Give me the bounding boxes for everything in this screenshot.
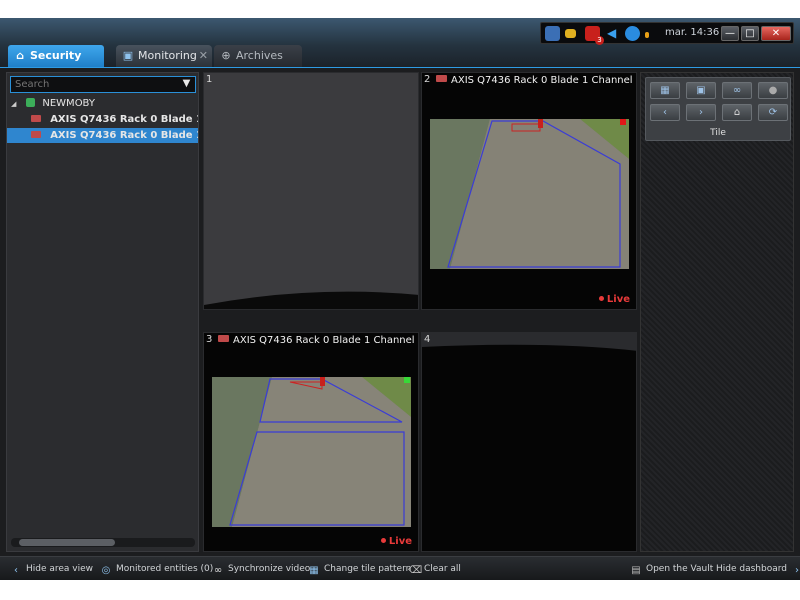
dashboard-panel: ▦ ▣ ∞ ● ‹ › ⌂ ⟳ Tile (640, 72, 794, 552)
chevron-left-icon: ‹ (14, 565, 18, 576)
home-button[interactable]: ⌂ (722, 104, 752, 121)
scrollbar-thumb[interactable] (19, 539, 115, 546)
video-feed[interactable] (430, 119, 629, 269)
hide-area-view-button[interactable]: ‹ Hide area view (10, 562, 93, 576)
volume-icon[interactable]: ◀ (607, 26, 622, 41)
tree-item-label: NEWMOBY (42, 98, 95, 109)
next-button[interactable]: › (686, 104, 716, 121)
notification-icon[interactable]: 3 (585, 26, 604, 45)
clear-icon: ⌫ (408, 565, 423, 576)
live-dot-icon (380, 538, 386, 543)
archive-icon: ⊕ (221, 49, 231, 62)
tile-background-arc (422, 333, 636, 351)
camera-icon (218, 335, 229, 342)
tab-archives[interactable]: ⊕ Archives (214, 45, 302, 67)
grid-icon: ▦ (309, 565, 319, 576)
clear-all-button[interactable]: ⌫ Clear all (408, 562, 461, 576)
tab-security-desk[interactable]: ⌂ Security Desk (8, 45, 104, 84)
clock: mar. 14:36 (665, 27, 720, 38)
tile-title: AXIS Q7436 Rack 0 Blade 1 Channel 4 -... (218, 335, 414, 346)
video-frame (430, 119, 629, 269)
tile-background-arc (204, 291, 418, 309)
tile-3[interactable]: 3 AXIS Q7436 Rack 0 Blade 1 Channel 4 -.… (203, 332, 419, 552)
tree-item-label: AXIS Q7436 Rack 0 Blade 1 Channel 3 (50, 114, 198, 125)
server-icon (26, 98, 36, 107)
tile-widget: ▦ ▣ ∞ ● ‹ › ⌂ ⟳ Tile (645, 77, 791, 141)
cycle-button[interactable]: ⟳ (758, 104, 788, 121)
open-vault-button[interactable]: ▤ Open the Vault (630, 562, 713, 576)
vault-icon: ▤ (631, 565, 641, 576)
close-tab-icon[interactable]: ✕ (199, 45, 208, 67)
refresh-button[interactable]: ● (758, 82, 788, 99)
hide-dashboard-button[interactable]: Hide dashboard › (716, 562, 800, 576)
tile-grid-button[interactable]: ▦ (650, 82, 680, 99)
area-view-panel: ▼ ◢ NEWMOBY AXIS Q7436 Rack 0 Blade 1 Ch… (6, 72, 199, 552)
tile-2[interactable]: 2 AXIS Q7436 Rack 0 Blade 1 Channel 3 -.… (421, 72, 637, 310)
tab-monitoring[interactable]: ▣ Monitoring ✕ (116, 45, 212, 67)
tree-item-channel-3[interactable]: AXIS Q7436 Rack 0 Blade 1 Channel 3 (7, 112, 198, 127)
maximize-button[interactable]: □ (741, 26, 759, 41)
home-icon: ⌂ (16, 49, 24, 62)
tree-item-label: AXIS Q7436 Rack 0 Blade 1 Channel 4 (50, 130, 198, 141)
close-button[interactable]: ✕ (761, 26, 791, 41)
tile-title-text: AXIS Q7436 Rack 0 Blade 1 Channel 3 -... (451, 75, 632, 86)
widget-label: Tile (710, 128, 726, 138)
camera-icon (436, 75, 447, 82)
video-feed[interactable] (212, 377, 411, 527)
tile-title: AXIS Q7436 Rack 0 Blade 1 Channel 3 -... (436, 75, 632, 86)
live-indicator: Live (380, 536, 412, 547)
camera-icon (31, 131, 41, 138)
synchronize-video-button[interactable]: ∞ Synchronize video (212, 562, 311, 576)
system-tray: 3 ◀ mar. 14:36 — □ ✕ (540, 22, 794, 45)
alarm-icon[interactable] (565, 29, 576, 38)
camera-icon (31, 115, 41, 122)
status-icon (645, 32, 649, 38)
sync-icon: ∞ (213, 565, 223, 576)
filter-icon[interactable]: ▼ (181, 78, 192, 90)
tile-title-text: AXIS Q7436 Rack 0 Blade 1 Channel 4 -... (233, 335, 414, 346)
expand-icon[interactable]: ◢ (11, 97, 21, 111)
horizontal-scrollbar[interactable] (11, 538, 195, 547)
change-tile-pattern-button[interactable]: ▦ Change tile pattern (308, 562, 411, 576)
link-button[interactable]: ∞ (722, 82, 752, 99)
network-icon[interactable] (545, 26, 560, 41)
minimize-button[interactable]: — (721, 26, 739, 41)
live-dot-icon (598, 296, 604, 301)
live-indicator: Live (598, 294, 630, 305)
search-input[interactable] (10, 76, 196, 93)
tab-label: Archives (236, 49, 283, 62)
security-desk-app: 3 ◀ mar. 14:36 — □ ✕ ⌂ Security Desk ▣ M… (0, 18, 800, 580)
tree-item-channel-4[interactable]: AXIS Q7436 Rack 0 Blade 1 Channel 4 (7, 128, 198, 143)
tile-number: 2 (424, 74, 431, 85)
entities-icon: ◎ (101, 565, 111, 576)
tab-label: Monitoring (138, 49, 197, 62)
monitor-icon: ▣ (122, 49, 134, 62)
snapshot-button[interactable]: ▣ (686, 82, 716, 99)
bottom-toolbar: ‹ Hide area view ◎ Monitored entities (0) … (0, 556, 800, 580)
tile-number: 4 (424, 334, 431, 345)
previous-button[interactable]: ‹ (650, 104, 680, 121)
tile-number: 3 (206, 334, 213, 345)
video-frame (212, 377, 411, 527)
tile-number: 1 (206, 74, 213, 85)
chevron-right-icon: › (795, 565, 799, 576)
tree-item-newmoby[interactable]: ◢ NEWMOBY (7, 96, 198, 111)
tile-1[interactable]: 1 (203, 72, 419, 310)
monitored-entities-button[interactable]: ◎ Monitored entities (0) (100, 562, 214, 576)
globe-icon[interactable] (625, 26, 640, 41)
tile-4[interactable]: 4 (421, 332, 637, 552)
title-bar: 3 ◀ mar. 14:36 — □ ✕ ⌂ Security Desk ▣ M… (0, 18, 800, 84)
notification-badge: 3 (595, 36, 604, 45)
